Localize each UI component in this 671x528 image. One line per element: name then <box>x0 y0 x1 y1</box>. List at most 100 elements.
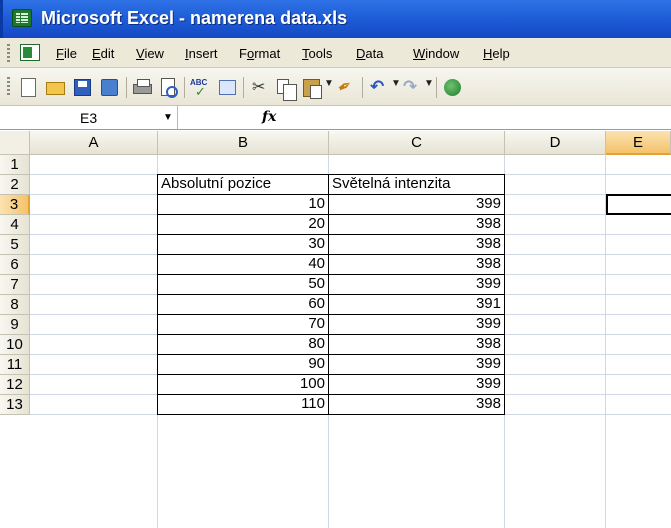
open-button[interactable] <box>45 77 66 98</box>
cell-b9[interactable]: 70 <box>157 314 329 335</box>
print-preview-button[interactable] <box>158 77 179 98</box>
menu-help[interactable]: Help <box>483 46 510 61</box>
menu-edit[interactable]: Edit <box>92 46 114 61</box>
cell-b7[interactable]: 50 <box>157 274 329 295</box>
toolbar-separator <box>184 77 185 98</box>
cell-c8[interactable]: 391 <box>328 294 505 315</box>
cell-b8[interactable]: 60 <box>157 294 329 315</box>
excel-app-icon[interactable] <box>12 9 32 27</box>
redo-icon: ↷ <box>403 77 418 96</box>
menu-window[interactable]: Window <box>413 46 459 61</box>
active-cell-e3[interactable] <box>606 194 671 215</box>
row-header-10[interactable]: 10 <box>0 335 30 355</box>
research-button[interactable] <box>217 77 238 98</box>
row-header-6[interactable]: 6 <box>0 255 30 275</box>
worksheet-grid[interactable]: A B C D E 1 2 3 4 5 6 7 8 9 10 11 12 13 … <box>0 131 671 528</box>
cut-button[interactable]: ✂ <box>249 77 270 98</box>
format-painter-button[interactable]: ✒ <box>334 75 357 99</box>
menu-view[interactable]: View <box>136 46 164 61</box>
menu-label: rmat <box>254 46 281 61</box>
paste-button[interactable] <box>301 77 322 99</box>
cell-c2[interactable]: Světelná intenzita <box>328 174 505 195</box>
print-preview-icon <box>161 78 178 98</box>
cell-c4[interactable]: 398 <box>328 214 505 235</box>
paste-icon <box>303 79 322 99</box>
menu-accel: E <box>92 46 101 61</box>
cell-b5[interactable]: 30 <box>157 234 329 255</box>
save-button[interactable] <box>72 77 93 98</box>
spelling-button[interactable]: ABC <box>190 77 211 100</box>
formula-bar: E3 ▼ fx <box>0 106 671 130</box>
cell-c7[interactable]: 399 <box>328 274 505 295</box>
print-button[interactable] <box>132 77 153 98</box>
column-header-d[interactable]: D <box>505 131 606 155</box>
cell-b3[interactable]: 10 <box>157 194 329 215</box>
save-icon <box>74 79 91 96</box>
toolbar-separator <box>436 77 437 98</box>
cut-icon: ✂ <box>252 79 266 96</box>
cell-b6[interactable]: 40 <box>157 254 329 275</box>
menu-bar: File Edit View Insert Format Tools Data … <box>0 38 671 68</box>
row-header-8[interactable]: 8 <box>0 295 30 315</box>
title-bar[interactable]: Microsoft Excel - namerena data.xls <box>0 0 671 38</box>
row-header-4[interactable]: 4 <box>0 215 30 235</box>
row-header-9[interactable]: 9 <box>0 315 30 335</box>
name-box[interactable]: E3 ▼ <box>0 106 178 129</box>
formula-input[interactable] <box>286 106 671 129</box>
hyperlink-button[interactable] <box>442 77 463 98</box>
toolbar-separator <box>362 77 363 98</box>
row-header-11[interactable]: 11 <box>0 355 30 375</box>
cell-b13[interactable]: 110 <box>157 394 329 415</box>
row-header-7[interactable]: 7 <box>0 275 30 295</box>
column-header-b[interactable]: B <box>158 131 329 155</box>
menu-label: F <box>239 46 247 61</box>
cell-c9[interactable]: 399 <box>328 314 505 335</box>
permission-button[interactable] <box>99 77 120 98</box>
row-header-2[interactable]: 2 <box>0 175 30 195</box>
undo-icon: ↶ <box>370 77 385 96</box>
cell-b2[interactable]: Absolutní pozice <box>157 174 329 195</box>
menu-file[interactable]: File <box>56 46 77 61</box>
paste-dropdown-icon[interactable]: ▼ <box>324 78 334 89</box>
cell-c6[interactable]: 398 <box>328 254 505 275</box>
redo-dropdown-icon[interactable]: ▼ <box>424 78 434 89</box>
column-header-c[interactable]: C <box>329 131 505 155</box>
cell-b12[interactable]: 100 <box>157 374 329 395</box>
undo-button[interactable]: ↶ <box>368 77 389 98</box>
cell-c3[interactable]: 399 <box>328 194 505 215</box>
row-header-5[interactable]: 5 <box>0 235 30 255</box>
cell-b10[interactable]: 80 <box>157 334 329 355</box>
new-button[interactable] <box>18 77 39 98</box>
cell-c11[interactable]: 399 <box>328 354 505 375</box>
undo-dropdown-icon[interactable]: ▼ <box>391 78 401 89</box>
toolbar-separator <box>126 77 127 98</box>
row-header-1[interactable]: 1 <box>0 155 30 175</box>
menu-bar-grip[interactable] <box>7 44 10 62</box>
cell-b11[interactable]: 90 <box>157 354 329 375</box>
insert-function-icon[interactable]: fx <box>262 109 276 125</box>
column-header-a[interactable]: A <box>30 131 158 155</box>
menu-label: ile <box>63 46 77 61</box>
name-box-dropdown-icon[interactable]: ▼ <box>163 112 173 123</box>
cell-c10[interactable]: 398 <box>328 334 505 355</box>
row-header-13[interactable]: 13 <box>0 395 30 415</box>
row-header-12[interactable]: 12 <box>0 375 30 395</box>
menu-accel: D <box>356 46 366 61</box>
select-all-corner[interactable] <box>0 131 30 155</box>
menu-label: elp <box>492 46 510 61</box>
menu-data[interactable]: Data <box>356 46 383 61</box>
copy-button[interactable] <box>275 77 297 101</box>
cell-b4[interactable]: 20 <box>157 214 329 235</box>
cell-c5[interactable]: 398 <box>328 234 505 255</box>
menu-tools[interactable]: Tools <box>302 46 332 61</box>
toolbar-grip[interactable] <box>7 77 10 97</box>
redo-button[interactable]: ↷ <box>401 77 422 98</box>
row-header-3[interactable]: 3 <box>0 195 30 215</box>
workbook-icon[interactable] <box>20 44 40 61</box>
cell-c13[interactable]: 398 <box>328 394 505 415</box>
menu-insert[interactable]: Insert <box>185 46 218 61</box>
menu-format[interactable]: Format <box>239 46 280 61</box>
column-header-e[interactable]: E <box>606 131 671 155</box>
cell-c12[interactable]: 399 <box>328 374 505 395</box>
menu-accel: F <box>56 46 64 61</box>
